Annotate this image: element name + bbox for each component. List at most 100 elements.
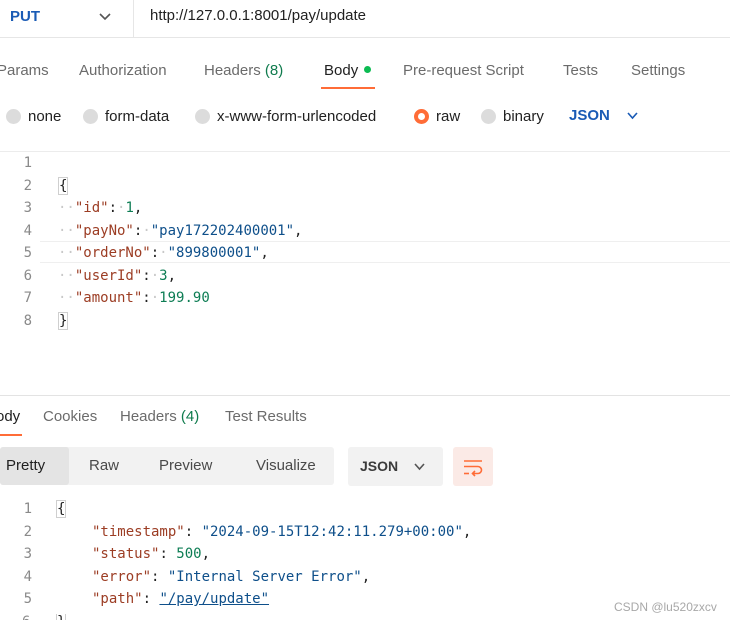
response-format-label: JSON: [360, 458, 399, 474]
json-value: "899800001": [167, 245, 261, 261]
json-value: "Internal Server Error": [167, 569, 362, 585]
json-key: "payNo": [74, 223, 134, 239]
tab-label: Body: [324, 62, 359, 79]
url-input[interactable]: http://127.0.0.1:8001/pay/update: [150, 7, 366, 24]
active-tab-indicator: [321, 87, 375, 89]
active-tab-indicator: [0, 434, 22, 436]
line-number: 2: [23, 524, 32, 540]
json-value: 1: [125, 200, 134, 216]
method-label: PUT: [10, 8, 40, 25]
json-value-link[interactable]: "/pay/update": [159, 591, 269, 607]
json-key: "timestamp": [92, 524, 185, 540]
json-key: "error": [92, 569, 152, 585]
tab-label: Headers: [120, 408, 177, 425]
radio-circle: [6, 109, 21, 124]
line-number: 2: [23, 178, 32, 194]
open-brace: {: [56, 500, 67, 518]
tab-label: Headers: [204, 62, 261, 79]
json-value: "2024-09-15T12:42:11.279+00:00": [201, 524, 463, 540]
tab-settings[interactable]: Settings: [631, 62, 685, 79]
json-key: "userId": [74, 268, 143, 284]
radio-form-data[interactable]: form-data: [83, 108, 169, 125]
tab-response-headers[interactable]: Headers (4): [120, 408, 199, 425]
code-line: ··"id":·1,: [58, 200, 143, 216]
chevron-down-icon: [414, 463, 425, 471]
radio-label: form-data: [105, 108, 170, 125]
view-mode-preview[interactable]: Preview: [159, 457, 212, 474]
json-value: 500: [176, 546, 202, 562]
code-line: "error": "Internal Server Error",: [92, 569, 371, 585]
json-key: "id": [74, 200, 109, 216]
code-line: ··"userId":·3,: [58, 268, 177, 284]
json-key: "path": [92, 591, 143, 607]
radio-label: raw: [436, 108, 461, 125]
headers-count-badge: (8): [264, 62, 284, 79]
chevron-down-icon[interactable]: [626, 109, 639, 122]
line-number: 5: [23, 591, 32, 607]
tab-label: Test Results: [225, 408, 307, 425]
radio-label: x-www-form-urlencoded: [217, 108, 377, 125]
url-bar: PUT http://127.0.0.1:8001/pay/update: [0, 0, 730, 38]
code-line: "status": 500,: [92, 546, 211, 562]
request-body-editor[interactable]: 1 2 3 4 5 6 7 8 { ··"id":·1, ··"payNo":·…: [0, 152, 730, 332]
close-brace-partial: }: [56, 614, 67, 620]
radio-circle-selected: [414, 109, 429, 124]
radio-none[interactable]: none: [6, 108, 61, 125]
request-tabs: Params Authorization Headers (8) Body Pr…: [0, 38, 730, 90]
wrap-lines-button[interactable]: [453, 447, 493, 486]
body-format-dropdown[interactable]: JSON: [569, 107, 610, 124]
radio-label: binary: [503, 108, 544, 125]
view-mode-raw[interactable]: Raw: [89, 457, 119, 474]
line-number: 8: [23, 313, 32, 329]
watermark: CSDN @lu520zxcv: [614, 600, 717, 614]
body-type-selector: none form-data x-www-form-urlencoded raw…: [0, 100, 730, 132]
radio-x-www-form-urlencoded[interactable]: x-www-form-urlencoded: [195, 108, 376, 125]
tab-pre-request-script[interactable]: Pre-request Script: [403, 62, 524, 79]
line-number-partial: 6: [22, 614, 32, 620]
divider: [0, 395, 730, 396]
radio-circle: [83, 109, 98, 124]
json-value: 199.90: [159, 290, 210, 306]
line-number: 6: [23, 268, 32, 284]
radio-raw[interactable]: raw: [414, 108, 460, 125]
tab-label: Authorization: [79, 62, 167, 79]
tab-test-results[interactable]: Test Results: [225, 408, 307, 425]
json-key: "orderNo": [74, 245, 151, 261]
tab-label: Settings: [631, 62, 686, 79]
tab-tests[interactable]: Tests: [563, 62, 598, 79]
json-value: 3: [159, 268, 168, 284]
json-key: "status": [92, 546, 160, 562]
close-brace: }: [58, 312, 69, 330]
line-number: 4: [23, 223, 32, 239]
code-line: "path": "/pay/update": [92, 591, 270, 607]
method-selector[interactable]: PUT: [0, 0, 134, 38]
view-mode-visualize[interactable]: Visualize: [256, 457, 316, 474]
tab-params[interactable]: Params: [0, 62, 49, 79]
radio-label: none: [28, 108, 62, 125]
tab-label: ody: [0, 408, 21, 425]
radio-binary[interactable]: binary: [481, 108, 544, 125]
tab-cookies[interactable]: Cookies: [43, 408, 97, 425]
tab-label: Tests: [563, 62, 599, 79]
line-number: 1: [23, 155, 32, 171]
open-brace: {: [58, 177, 69, 195]
code-line: ··"payNo":·"pay172202400001",: [58, 223, 303, 239]
tab-headers[interactable]: Headers (8): [204, 62, 283, 79]
radio-circle: [195, 109, 210, 124]
tab-label: Params: [0, 62, 49, 79]
line-number: 7: [23, 290, 32, 306]
line-number: 5: [23, 245, 32, 261]
code-line: ··"amount":·199.90: [58, 290, 210, 306]
json-key: "amount": [74, 290, 143, 306]
tab-response-body[interactable]: ody: [0, 408, 20, 425]
tab-authorization[interactable]: Authorization: [79, 62, 167, 79]
view-mode-pretty[interactable]: Pretty: [6, 457, 45, 474]
code-line: "timestamp": "2024-09-15T12:42:11.279+00…: [92, 524, 472, 540]
wrap-lines-icon: [464, 460, 483, 477]
body-modified-dot: [364, 65, 372, 73]
headers-count-badge: (4): [180, 408, 200, 425]
tab-label: Cookies: [43, 408, 98, 425]
radio-circle: [481, 109, 496, 124]
tab-body[interactable]: Body: [324, 62, 372, 79]
code-line: ··"orderNo":·"899800001",: [58, 245, 269, 261]
